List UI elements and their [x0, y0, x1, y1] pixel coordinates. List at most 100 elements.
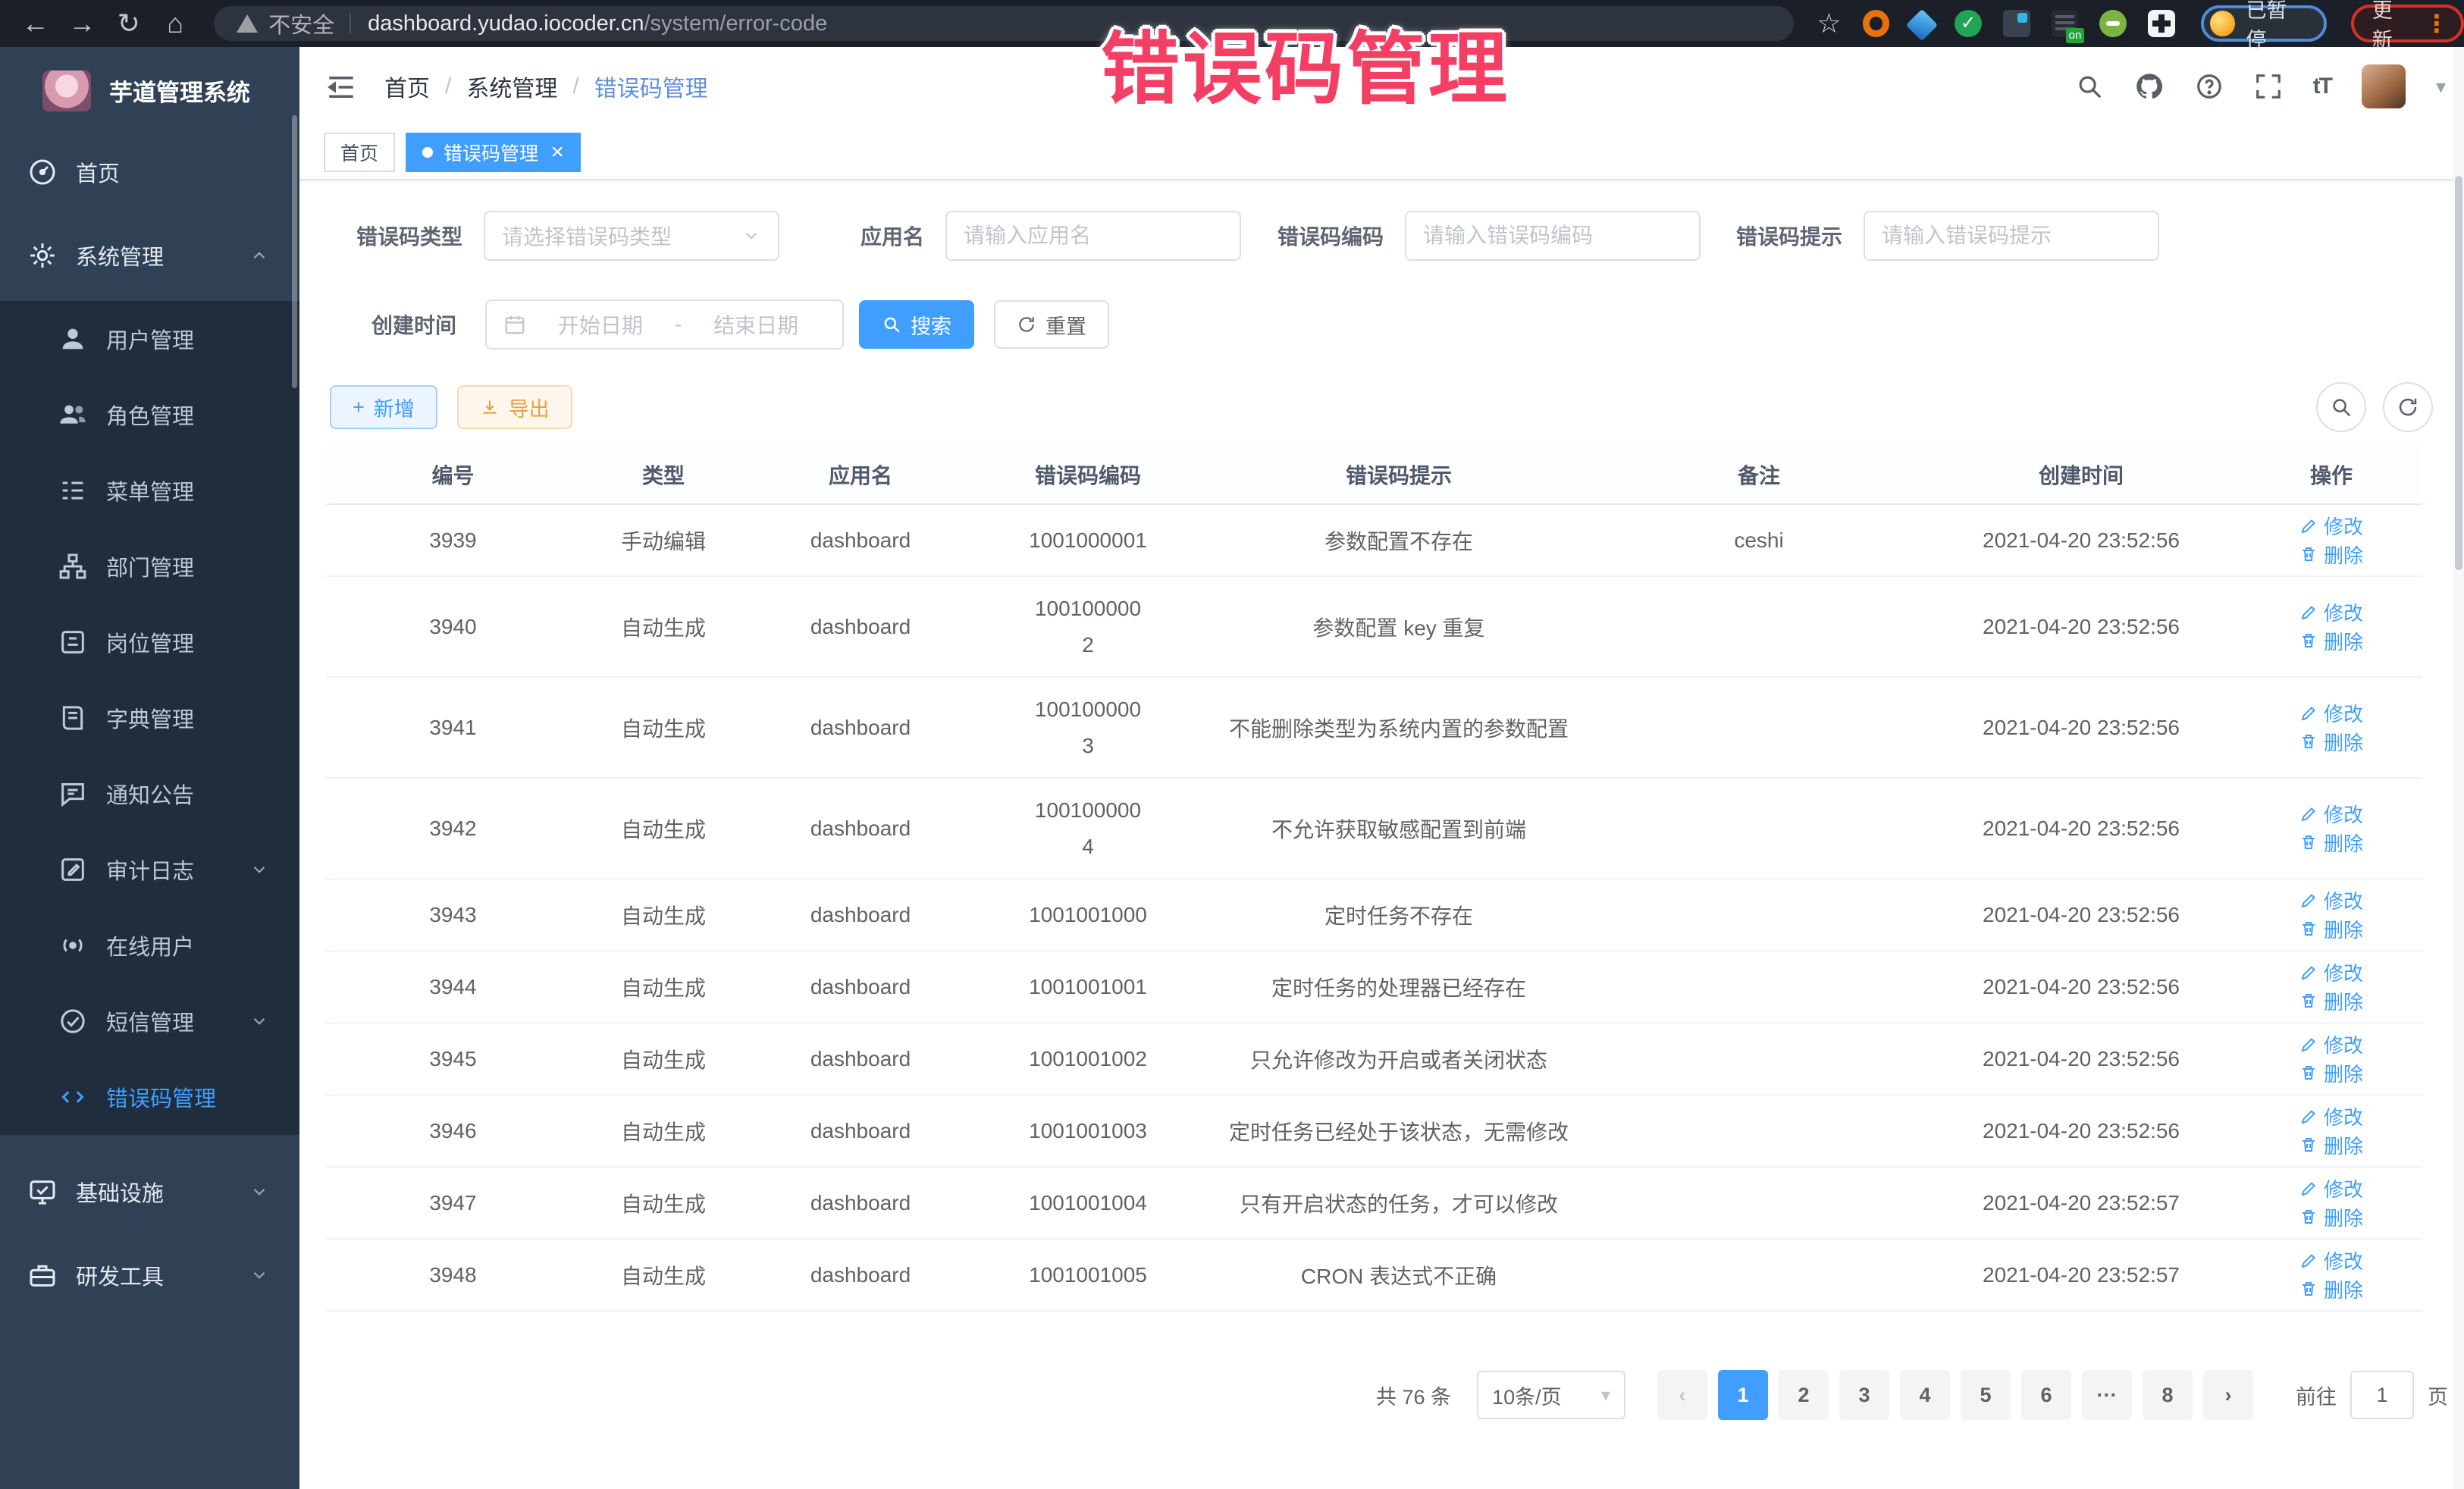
sidebar-item-dictionary[interactable]: 字典管理: [0, 680, 299, 756]
chevron-down-icon[interactable]: ▾: [2436, 75, 2446, 99]
sidebar-item-posts[interactable]: 岗位管理: [0, 604, 299, 680]
delete-link[interactable]: 删除: [2299, 541, 2363, 569]
tag-error-code[interactable]: 错误码管理 ×: [406, 133, 581, 172]
edit-link[interactable]: 修改: [2299, 512, 2363, 540]
export-button[interactable]: 导出: [457, 385, 572, 429]
edit-link[interactable]: 修改: [2299, 1030, 2363, 1058]
github-icon[interactable]: [2134, 71, 2165, 102]
sidebar-item-error-code[interactable]: 错误码管理: [0, 1059, 299, 1135]
date-range-picker[interactable]: 开始日期 - 结束日期: [485, 299, 844, 350]
browser-reload-button[interactable]: ↻: [105, 0, 152, 47]
delete-link[interactable]: 删除: [2299, 627, 2363, 655]
close-icon[interactable]: ×: [550, 141, 564, 164]
pencil-icon: [2299, 517, 2318, 535]
page-button-5[interactable]: 5: [1961, 1370, 2011, 1420]
filter-type: 错误码类型 请选择错误码类型: [356, 211, 779, 261]
browser-menu-icon[interactable]: ⋮: [2425, 9, 2449, 38]
search-icon[interactable]: [2075, 72, 2104, 101]
page-size-select[interactable]: 10条/页 ▾: [1477, 1371, 1625, 1419]
scrollbar-thumb[interactable]: [2455, 176, 2462, 570]
extension-icon[interactable]: on: [2052, 10, 2079, 37]
avatar[interactable]: [2362, 64, 2406, 108]
security-label[interactable]: 不安全: [268, 8, 334, 39]
refresh-table-button[interactable]: [2383, 382, 2433, 432]
sidebar-item-dev-tools[interactable]: 研发工具: [0, 1234, 299, 1317]
delete-link[interactable]: 删除: [2299, 829, 2363, 857]
more-pages-button[interactable]: ···: [2082, 1370, 2132, 1420]
sidebar-item-home[interactable]: 首页: [0, 134, 299, 210]
breadcrumb-separator: /: [572, 74, 578, 99]
sidebar-item-notices[interactable]: 通知公告: [0, 756, 299, 832]
help-icon[interactable]: [2195, 72, 2224, 101]
delete-link[interactable]: 删除: [2299, 728, 2363, 756]
edit-link[interactable]: 修改: [2299, 1246, 2363, 1274]
error-type-select[interactable]: 请选择错误码类型: [484, 211, 779, 261]
reset-button[interactable]: 重置: [994, 300, 1109, 349]
puzzle-extensions-icon[interactable]: [2148, 10, 2175, 37]
delete-link[interactable]: 删除: [2299, 987, 2363, 1015]
edit-link[interactable]: 修改: [2299, 1174, 2363, 1202]
delete-link[interactable]: 删除: [2299, 915, 2363, 943]
sidebar-item-departments[interactable]: 部门管理: [0, 528, 299, 604]
fullscreen-icon[interactable]: [2254, 72, 2283, 101]
breadcrumb-home[interactable]: 首页: [384, 70, 430, 103]
trash-icon: [2299, 992, 2318, 1010]
edit-link[interactable]: 修改: [2299, 886, 2363, 914]
next-page-button[interactable]: ›: [2203, 1370, 2253, 1420]
page-button-1[interactable]: 1: [1718, 1370, 1768, 1420]
extension-icon[interactable]: [1863, 10, 1890, 37]
browser-forward-button[interactable]: →: [59, 0, 106, 47]
browser-profile-chip[interactable]: 已暂停: [2201, 5, 2327, 42]
tag-home[interactable]: 首页: [324, 133, 395, 172]
page-button-3[interactable]: 3: [1839, 1370, 1889, 1420]
extension-icon[interactable]: [1906, 8, 1938, 40]
breadcrumb-section[interactable]: 系统管理: [466, 70, 557, 103]
sidebar-item-infrastructure[interactable]: 基础设施: [0, 1150, 299, 1234]
page-button-2[interactable]: 2: [1779, 1370, 1829, 1420]
browser-update-button[interactable]: 更新 ⋮: [2351, 5, 2464, 42]
url-bar[interactable]: 不安全 dashboard.yudao.iocoder.cn/system/er…: [214, 6, 1794, 41]
extension-icon[interactable]: [2099, 10, 2127, 37]
page-scrollbar[interactable]: [2453, 47, 2464, 1489]
edit-link[interactable]: 修改: [2299, 1102, 2363, 1130]
goto-page-input[interactable]: [2350, 1371, 2414, 1419]
prev-page-button[interactable]: ‹: [1657, 1370, 1707, 1420]
extension-icon[interactable]: ✓: [1955, 10, 1982, 37]
edit-link[interactable]: 修改: [2299, 598, 2363, 626]
edit-link[interactable]: 修改: [2299, 699, 2363, 727]
extension-icon[interactable]: [2003, 10, 2030, 37]
sidebar-logo[interactable]: 芋道管理系统: [0, 47, 299, 134]
browser-home-button[interactable]: ⌂: [152, 0, 199, 47]
delete-link[interactable]: 删除: [2299, 1131, 2363, 1159]
edit-link[interactable]: 修改: [2299, 958, 2363, 986]
sidebar-item-online-users[interactable]: 在线用户: [0, 908, 299, 983]
sidebar-item-system[interactable]: 系统管理: [0, 210, 299, 301]
delete-link[interactable]: 删除: [2299, 1275, 2363, 1303]
browser-back-button[interactable]: ←: [12, 0, 59, 47]
hamburger-icon[interactable]: [325, 71, 357, 103]
search-button[interactable]: 搜索: [859, 300, 974, 349]
add-button[interactable]: + 新增: [330, 385, 437, 429]
sidebar-item-sms[interactable]: 短信管理: [0, 983, 299, 1059]
delete-link[interactable]: 删除: [2299, 1059, 2363, 1087]
sidebar-item-roles[interactable]: 角色管理: [0, 377, 299, 453]
bookmark-star-icon[interactable]: ☆: [1817, 8, 1841, 39]
error-code-input[interactable]: [1405, 211, 1701, 261]
sidebar-item-label: 角色管理: [106, 399, 194, 431]
edit-link[interactable]: 修改: [2299, 800, 2363, 828]
sidebar-item-audit-logs[interactable]: 审计日志: [0, 832, 299, 908]
delete-link[interactable]: 删除: [2299, 1203, 2363, 1231]
sidebar-item-menus[interactable]: 菜单管理: [0, 453, 299, 528]
filter-hint: 错误码提示: [1736, 211, 2159, 261]
trash-icon: [2299, 732, 2318, 751]
font-size-icon[interactable]: tT: [2313, 74, 2331, 99]
sidebar-scrollbar[interactable]: [292, 115, 297, 388]
page-button-4[interactable]: 4: [1900, 1370, 1950, 1420]
pencil-icon: [2299, 1180, 2318, 1198]
show-search-button[interactable]: [2316, 382, 2366, 432]
page-button-6[interactable]: 6: [2021, 1370, 2071, 1420]
sidebar-item-users[interactable]: 用户管理: [0, 301, 299, 377]
app-name-input[interactable]: [945, 211, 1241, 261]
page-button-8[interactable]: 8: [2143, 1370, 2193, 1420]
error-hint-input[interactable]: [1864, 211, 2159, 261]
